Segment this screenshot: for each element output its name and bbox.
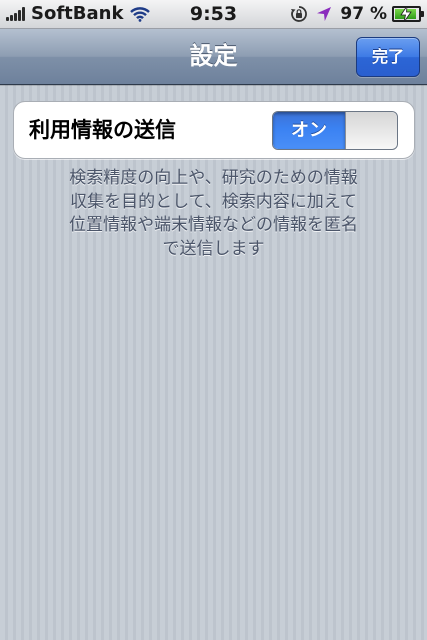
done-button[interactable]: 完了 bbox=[356, 37, 420, 77]
description-line: 検索精度の向上や、研究のための情報 bbox=[69, 168, 358, 188]
navigation-bar: 設定 完了 bbox=[0, 29, 427, 85]
toggle-knob[interactable] bbox=[345, 112, 397, 149]
status-bar: SoftBank 9:53 97 % bbox=[0, 0, 427, 29]
toggle-on-label: オン bbox=[273, 112, 345, 149]
battery-percent: 97 % bbox=[340, 4, 387, 24]
description-line: 収集を目的として、検索内容に加えて bbox=[70, 191, 357, 212]
setting-description: 検索精度の向上や、研究のための情報 収集を目的として、検索内容に加えて 位置情報… bbox=[20, 167, 407, 261]
usage-data-toggle[interactable]: オン bbox=[272, 111, 398, 150]
rotation-lock-icon bbox=[290, 5, 308, 23]
status-right: 97 % bbox=[290, 3, 424, 25]
description-line: で送信します bbox=[162, 238, 265, 259]
setting-row-usage-data: 利用情報の送信 オン bbox=[13, 101, 415, 159]
setting-row-label: 利用情報の送信 bbox=[29, 118, 176, 142]
description-line: 位置情報や端末情報などの情報を匿名 bbox=[69, 215, 358, 235]
location-icon bbox=[316, 6, 332, 22]
battery-charging-icon bbox=[392, 5, 424, 23]
